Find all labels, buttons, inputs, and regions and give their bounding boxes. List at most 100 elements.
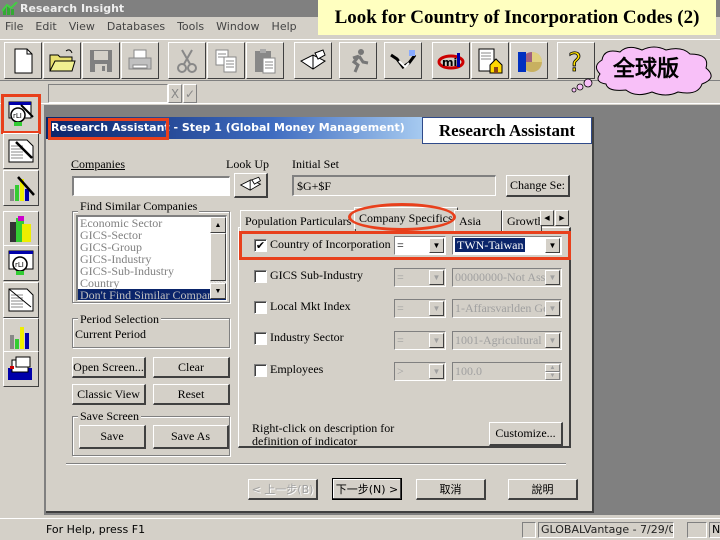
operator-select[interactable]: = ▼ [394, 299, 446, 318]
report-house-icon [478, 48, 503, 73]
scroll-thumb[interactable] [210, 233, 226, 281]
chevron-down-icon[interactable]: ▼ [545, 301, 560, 316]
spin-down-icon[interactable]: ▼ [545, 372, 560, 380]
status-pane [522, 522, 536, 538]
open-button[interactable] [43, 42, 81, 79]
menu-edit[interactable]: Edit [29, 17, 62, 37]
save-screen-button[interactable]: Save [79, 425, 146, 449]
chevron-down-icon[interactable]: ▼ [429, 270, 444, 285]
value-text: 1001-Agricultural [455, 333, 542, 347]
classic-view-button[interactable]: Classic View [72, 384, 146, 405]
spin-up-icon[interactable]: ▲ [545, 364, 560, 372]
formula-input[interactable] [48, 84, 168, 103]
operator-select[interactable]: = ▼ [394, 268, 446, 287]
mi-button[interactable]: mi [432, 42, 470, 79]
handshake-button[interactable] [384, 42, 422, 79]
clear-button[interactable]: Clear [153, 357, 230, 378]
color-wheel-button[interactable] [510, 42, 548, 79]
cut-button[interactable] [168, 42, 206, 79]
value-text: TWN-Taiwan [455, 238, 526, 252]
change-set-button[interactable]: Change Se: [506, 175, 570, 197]
companies-input[interactable] [72, 176, 230, 196]
local-mkt-index-checkbox[interactable] [254, 301, 267, 314]
chart-wizard-tool-button[interactable] [3, 170, 39, 206]
dialog-help-button[interactable]: 說明 [508, 479, 578, 500]
mi-logo-icon: mi [437, 52, 465, 69]
formula-cancel-button[interactable]: X [168, 84, 182, 103]
operator-select[interactable]: = ▼ [394, 236, 446, 255]
report-tool-button[interactable] [3, 282, 39, 318]
lookup-label: Look Up [226, 157, 269, 171]
employees-value-spinner[interactable]: 100.0 ▲ ▼ [452, 362, 562, 381]
operator-value: = [397, 238, 404, 252]
operator-select[interactable]: > ▼ [394, 362, 446, 381]
chevron-down-icon[interactable]: ▼ [545, 238, 560, 253]
research-assistant-tool-button[interactable]: rLI [1, 94, 41, 134]
chevron-down-icon[interactable]: ▼ [429, 364, 444, 379]
menu-help[interactable]: Help [266, 17, 303, 37]
lookup-toolbar-button[interactable] [294, 42, 332, 79]
chevron-down-icon[interactable]: ▼ [429, 333, 444, 348]
formula-accept-button[interactable]: ✓ [183, 84, 197, 103]
chevron-down-icon[interactable]: ▼ [545, 333, 560, 348]
tab-scroll-right-button[interactable]: ▶ [555, 210, 569, 226]
save-as-button[interactable]: Save As [153, 425, 229, 449]
chevron-down-icon[interactable]: ▼ [429, 301, 444, 316]
tab-highlight-oval [348, 203, 456, 231]
menu-view[interactable]: View [63, 17, 101, 37]
chevron-down-icon[interactable]: ▼ [545, 270, 560, 285]
report-house-button[interactable] [471, 42, 509, 79]
gics-sub-industry-checkbox[interactable] [254, 270, 267, 283]
scroll-up-button[interactable]: ▲ [210, 217, 226, 233]
copy-icon [215, 49, 237, 72]
criterion-label: Local Mkt Index [270, 299, 351, 313]
chevron-down-icon[interactable]: ▼ [429, 238, 444, 253]
save-button[interactable] [82, 42, 120, 79]
paste-button[interactable] [246, 42, 284, 79]
cancel-button[interactable]: 取消 [416, 479, 486, 500]
report-writer-tool-button[interactable] [3, 133, 39, 169]
value-select[interactable]: TWN-Taiwan ▼ [452, 236, 562, 255]
run-button[interactable] [339, 42, 377, 79]
list-item-selected[interactable]: Don't Find Similar Companies [78, 289, 226, 300]
scroll-down-button[interactable]: ▼ [210, 283, 226, 299]
initial-set-label: Initial Set [292, 157, 339, 171]
value-text: 100.0 [455, 364, 482, 378]
reset-button[interactable]: Reset [153, 384, 230, 405]
tab-population-particulars[interactable]: Population Particulars [240, 210, 357, 231]
next-button[interactable]: 下一步(N) > [332, 478, 402, 500]
tab-asia[interactable]: Asia [454, 210, 502, 231]
employees-checkbox[interactable] [254, 364, 267, 377]
save-disk-icon [90, 49, 112, 72]
criterion-label: Industry Sector [270, 330, 344, 344]
menu-databases[interactable]: Databases [101, 17, 171, 37]
chart-tool-button[interactable] [3, 318, 39, 354]
open-screen-button[interactable]: Open Screen... [72, 357, 146, 378]
operator-value: > [397, 364, 404, 378]
menu-file[interactable]: File [0, 17, 29, 37]
companies-label: Companies [71, 157, 125, 171]
screen-cards-tool-button[interactable] [3, 351, 39, 387]
menu-tools[interactable]: Tools [171, 17, 210, 37]
country-of-incorporation-checkbox[interactable]: ✔ [254, 239, 267, 252]
value-select[interactable]: 00000000-Not Ass ▼ [452, 268, 562, 287]
research-assistant-icon: rLI [8, 101, 34, 126]
value-select[interactable]: 1001-Agricultural ▼ [452, 331, 562, 350]
operator-select[interactable]: = ▼ [394, 331, 446, 350]
research-lookup-tool-button[interactable]: rLI [3, 245, 39, 281]
menu-window[interactable]: Window [210, 17, 265, 37]
tab-growth[interactable]: Growth [502, 210, 542, 231]
industry-sector-checkbox[interactable] [254, 332, 267, 345]
company-tool-button[interactable] [3, 211, 39, 247]
new-button[interactable] [4, 42, 42, 79]
value-select[interactable]: 1-Affarsvarlden Ge ▼ [452, 299, 562, 318]
tab-scroll-left-button[interactable]: ◀ [540, 210, 554, 226]
report-writer-icon [8, 139, 34, 163]
copy-button[interactable] [207, 42, 245, 79]
lookup-button[interactable] [234, 173, 268, 198]
back-button[interactable]: < 上一步(B) [248, 479, 318, 500]
criterion-label: Country of Incorporation [270, 237, 391, 251]
similar-companies-listbox[interactable]: Economic Sector GICS-Sector GICS-Group G… [76, 215, 227, 301]
print-button[interactable] [121, 42, 159, 79]
customize-button[interactable]: Customize... [489, 422, 563, 446]
